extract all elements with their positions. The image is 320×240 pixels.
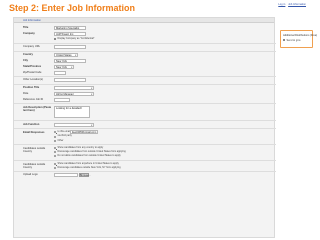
additional-distributions-box: Additional Distributions (Free) Send to …: [280, 30, 317, 48]
display-company-checkbox[interactable]: [54, 38, 57, 41]
postal-label: Zip/Postal Code: [23, 70, 42, 74]
email-option-3: Other: [57, 138, 64, 142]
role-select[interactable]: Hiring Manager: [54, 91, 94, 96]
country-option-3: Do not allow candidates from outside Uni…: [57, 153, 121, 157]
divider: [14, 171, 276, 172]
job-function-select[interactable]: [54, 122, 94, 127]
email-option-1: to this email: [57, 129, 71, 133]
upload-logo-label: Upload Logo: [23, 173, 38, 176]
divider: [14, 43, 276, 44]
email-responses-label: Email Responses: [23, 131, 45, 134]
country-label: Country: [23, 52, 33, 56]
city-input[interactable]: New York: [54, 58, 86, 63]
browse-button[interactable]: Browse...: [79, 173, 90, 177]
country-radio-1[interactable]: [54, 147, 57, 150]
position-title-label: Position Title: [23, 85, 40, 89]
state-radio-1[interactable]: [54, 163, 57, 166]
divider: [14, 128, 276, 129]
job-description-textarea[interactable]: Looking for a detailed l: [54, 105, 90, 118]
divider: [14, 160, 276, 161]
divider: [14, 76, 276, 77]
send-checkbox-label: Send to gms: [286, 38, 301, 42]
page-title: Step 2: Enter Job Information: [9, 3, 136, 13]
job-description-label: Job Description (Paste text here): [23, 105, 52, 112]
country-select[interactable]: United States: [54, 52, 78, 57]
email-radio-2[interactable]: [54, 135, 57, 138]
panel-tab-label[interactable]: Job Information: [23, 19, 41, 22]
reference-input[interactable]: [54, 97, 70, 102]
company-url-input[interactable]: [54, 45, 86, 49]
panel-tab-bar: Job Information: [14, 18, 274, 23]
title-input[interactable]: Marketing Specialist: [54, 26, 86, 30]
divider: [14, 144, 276, 145]
job-info-link[interactable]: Job Information: [288, 3, 306, 6]
display-company-label: Display Company as "Confidential": [57, 36, 95, 40]
email-radio-3[interactable]: [54, 140, 57, 143]
divider: [14, 103, 276, 104]
title-label: Title: [23, 26, 29, 29]
candidates-country-label: Candidates outside Country: [23, 147, 46, 153]
job-info-panel: Job Information Title Marketing Speciali…: [13, 17, 276, 238]
user-links: Log in Job Information: [276, 3, 306, 6]
send-checkbox[interactable]: [283, 39, 286, 42]
other-location-label: Other Location(s): [23, 78, 44, 81]
city-label: City: [23, 58, 28, 62]
state-option-2: Discourage candidates outside New York, …: [57, 165, 121, 169]
divider: [14, 120, 276, 121]
upload-logo-input[interactable]: [54, 173, 78, 177]
position-title-select[interactable]: [54, 85, 94, 90]
email-radio-1[interactable]: [54, 131, 57, 134]
role-label: Role: [23, 91, 29, 95]
company-input[interactable]: JobThread, Inc.: [54, 32, 86, 36]
email-option-2: via third party: [57, 134, 72, 138]
company-url-label: Company URL: [23, 45, 41, 48]
reference-label: Reference Job ID: [23, 97, 44, 101]
divider: [14, 83, 276, 84]
other-location-input[interactable]: [54, 78, 86, 82]
job-function-label: Job Function: [23, 122, 40, 126]
postal-input[interactable]: [54, 70, 66, 75]
additional-distributions-title: Additional Distributions (Free): [283, 34, 318, 37]
company-label: Company: [23, 32, 35, 35]
divider: [14, 50, 276, 51]
candidates-state-label: Candidates outside Country: [23, 163, 46, 169]
email-input[interactable]: jlee3405@gmail.com: [70, 130, 98, 135]
state-label: State/Province: [23, 64, 42, 68]
country-radio-3[interactable]: [54, 155, 57, 158]
state-select[interactable]: New York: [54, 64, 74, 69]
state-radio-2[interactable]: [54, 167, 57, 170]
login-link[interactable]: Log in: [278, 3, 285, 6]
country-radio-2[interactable]: [54, 151, 57, 154]
